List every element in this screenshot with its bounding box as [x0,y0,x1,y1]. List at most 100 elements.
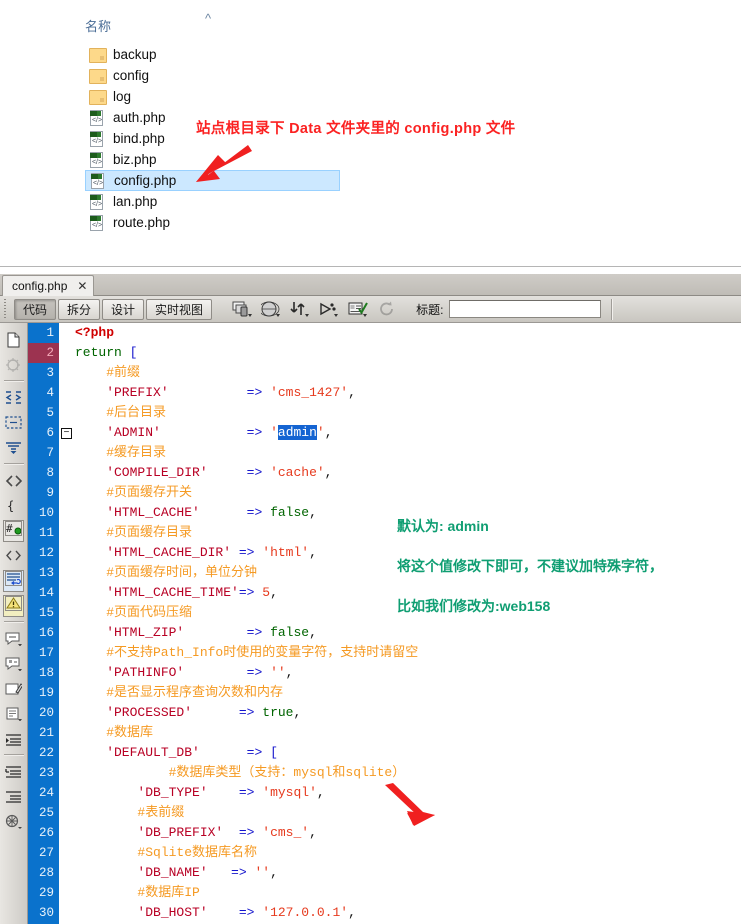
code-token [192,705,239,720]
view-button-2[interactable]: 设计 [102,299,144,320]
indent-code-icon[interactable] [0,726,26,751]
visual-aids-icon[interactable] [344,298,371,320]
code-token: 'html' [262,545,309,560]
code-token: => [247,425,263,440]
code-line[interactable]: 'HTML_ZIP' => false, [75,623,741,643]
code-token: #表前缀 [75,805,184,820]
column-header-name[interactable]: 名称 [85,19,111,34]
collapse-full-tag-icon [0,352,26,377]
code-line[interactable]: #数据库类型（支持：mysql和sqlite） [75,763,741,783]
file-management-icon[interactable] [286,298,313,320]
code-token: #数据库 [75,725,153,740]
collapse-outside-selection-icon[interactable] [0,385,26,410]
select-parent-tag-icon[interactable] [0,435,26,460]
code-line[interactable]: #前缀 [75,363,741,383]
sort-ascending-icon[interactable]: ^ [205,12,211,25]
wrap-tag-icon[interactable] [0,651,26,676]
recent-snippets-icon[interactable] [0,676,26,701]
code-line[interactable]: #后台目录 [75,403,741,423]
code-line[interactable]: 'PROCESSED' => true, [75,703,741,723]
code-token: => [247,745,263,760]
apply-source-formatting-icon[interactable] [0,809,26,834]
line-number: 21 [28,723,59,743]
line-number: 5 [28,403,59,423]
code-token: => [239,705,255,720]
code-line[interactable]: #Sqlite数据库名称 [75,843,741,863]
title-input[interactable] [449,300,601,318]
title-field-label: 标题: [416,301,443,318]
code-token [223,825,239,840]
view-button-0[interactable]: 代码 [14,299,56,320]
code-line[interactable]: #缓存目录 [75,443,741,463]
code-token: #页面缓存目录 [75,525,192,540]
word-wrap-icon[interactable] [0,568,26,593]
code-token [262,625,270,640]
code-line[interactable]: 'PREFIX' => 'cms_1427', [75,383,741,403]
syntax-error-alerts-icon[interactable] [0,593,26,618]
code-token: #页面缓存时间，单位分钟 [75,565,257,580]
code-line[interactable]: 'ADMIN' => 'admin', [75,423,741,443]
toolbar-drag-handle[interactable] [2,299,11,320]
line-number: 9 [28,483,59,503]
document-tab-config-php[interactable]: config.php ✕ [2,275,94,296]
line-number: 4 [28,383,59,403]
expand-all-icon[interactable] [0,410,26,435]
code-line[interactable]: 'COMPILE_DIR' => 'cache', [75,463,741,483]
code-token: 'mysql' [262,785,317,800]
code-content[interactable]: <?phpreturn [ #前缀 'PREFIX' => 'cms_1427'… [75,323,741,924]
code-token: , [270,585,278,600]
code-token: #数据库类型（支持：mysql和sqlite） [75,765,405,780]
view-button-1[interactable]: 拆分 [58,299,100,320]
view-button-3[interactable]: 实时视图 [146,299,212,320]
svg-text:#: # [6,522,13,535]
file-row-route-php[interactable]: </>route.php [85,212,340,233]
code-line[interactable]: return [ [75,343,741,363]
code-fold-toggle[interactable]: − [61,428,72,439]
live-code-icon[interactable] [315,298,342,320]
apply-comment-icon[interactable] [0,543,26,568]
code-line[interactable]: 'DEFAULT_DB' => [ [75,743,741,763]
code-token: 5 [262,585,270,600]
code-token: #缓存目录 [75,445,166,460]
code-line[interactable]: #是否显示程序查询次数和内存 [75,683,741,703]
browser-preview-icon[interactable] [257,298,284,320]
balance-braces-icon[interactable] [0,468,26,493]
file-row-lan-php[interactable]: </>lan.php [85,191,340,212]
code-token: '' [254,865,270,880]
file-row-config[interactable]: config [85,65,340,86]
close-icon[interactable]: ✕ [77,280,87,292]
code-line[interactable]: <?php [75,323,741,343]
multiscreen-icon[interactable] [228,298,255,320]
line-number: 12 [28,543,59,563]
code-token: 'DB_HOST' [75,905,208,920]
move-or-convert-css-icon[interactable] [0,701,26,726]
code-line[interactable]: #数据库 [75,723,741,743]
highlight-invalid-code-icon[interactable]: # [0,518,26,543]
code-line[interactable]: 'PATHINFO' => '', [75,663,741,683]
code-line[interactable]: 'DB_NAME' => '', [75,863,741,883]
code-line[interactable]: #数据库IP [75,883,741,903]
green-annotation-1: 将这个值修改下即可，不建议加特殊字符， [397,556,663,576]
line-numbers-icon[interactable]: { } [0,493,26,518]
open-documents-icon[interactable] [0,327,26,352]
code-token: 'HTML_CACHE_TIME' [75,585,239,600]
line-number: 30 [28,903,59,923]
dreamweaver-document-window: config.php ✕ 代码拆分设计实时视图 [0,274,741,924]
file-row-backup[interactable]: backup [85,44,340,65]
code-token: => [247,665,263,680]
code-token: , [270,865,278,880]
format-source-code-icon[interactable] [0,784,26,809]
outdent-code-icon[interactable] [0,759,26,784]
remove-comment-icon[interactable] [0,626,26,651]
code-token [208,465,247,480]
file-row-log[interactable]: log [85,86,340,107]
code-line[interactable]: 'DB_HOST' => '127.0.0.1', [75,903,741,923]
explorer-annotation-text: 站点根目录下 Data 文件夹里的 config.php 文件 [196,117,515,138]
code-editor[interactable]: 1234567891011121314151617181920212223242… [28,323,741,924]
code-token [122,345,130,360]
code-line[interactable]: #不支持Path_Info时使用的变量字符，支持时请留空 [75,643,741,663]
code-token [161,425,247,440]
screen-root: 名称 ^ backupconfiglog</>auth.php</>bind.p… [0,0,741,924]
code-line[interactable]: #页面缓存开关 [75,483,741,503]
code-token: #页面缓存开关 [75,485,192,500]
